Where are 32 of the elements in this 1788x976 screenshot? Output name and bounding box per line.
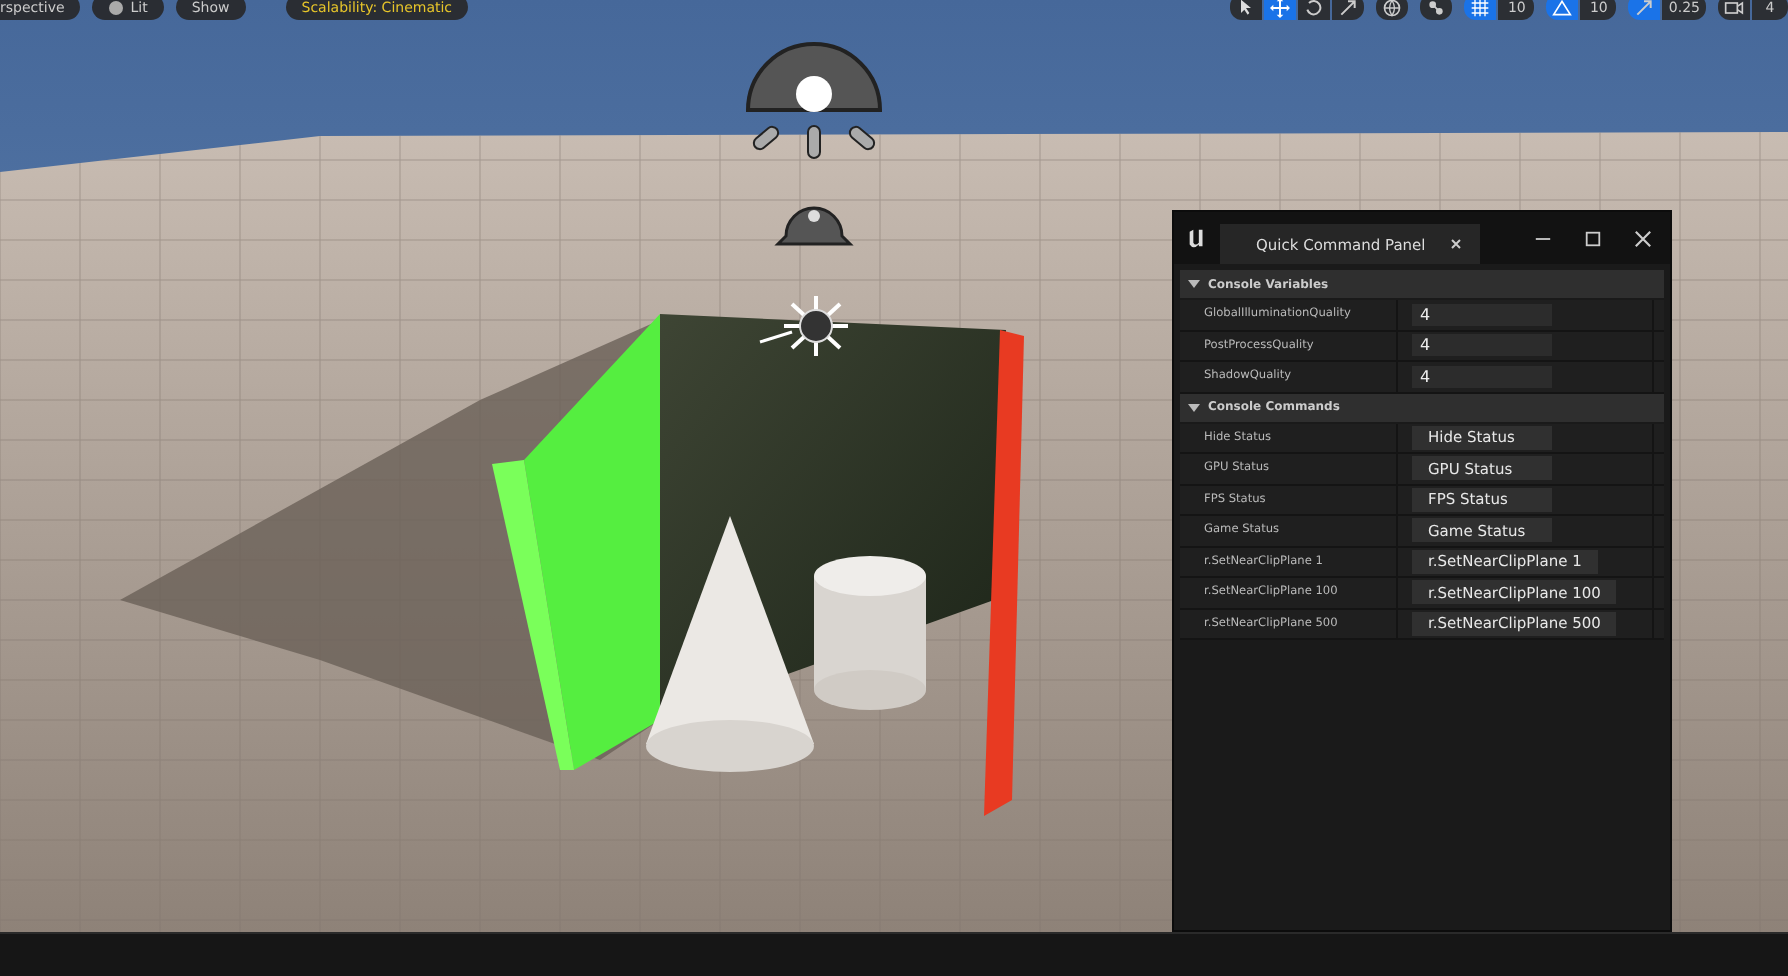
move-icon	[1270, 0, 1291, 17]
tool-button[interactable]	[1230, 0, 1263, 20]
toolbar-button[interactable]	[1420, 0, 1453, 20]
grid-icon	[1470, 0, 1491, 17]
tool-button[interactable]	[1264, 0, 1297, 20]
logo-icon	[1186, 227, 1208, 249]
tool-button[interactable]	[1332, 0, 1365, 20]
scale-icon	[1338, 0, 1359, 17]
caret-down-icon	[1188, 278, 1200, 290]
skylight-icon[interactable]	[746, 42, 882, 159]
triangle-icon	[1552, 0, 1573, 17]
value-field[interactable]: 4	[1412, 365, 1552, 388]
snap-toggle[interactable]	[1546, 0, 1579, 20]
maximize-icon[interactable]	[1584, 229, 1602, 247]
value-field[interactable]: 4	[1412, 303, 1552, 326]
toolbar-button[interactable]	[1376, 0, 1409, 20]
caret-down-icon	[1188, 401, 1200, 413]
camera-icon	[1724, 0, 1744, 17]
tool-button[interactable]	[1298, 0, 1331, 20]
close-icon[interactable]	[1449, 238, 1462, 250]
scale-icon	[1634, 0, 1655, 17]
sun-icon[interactable]	[759, 296, 848, 356]
sphere-icon	[108, 0, 125, 15]
snap-toggle[interactable]	[1464, 0, 1497, 20]
close-icon[interactable]	[1634, 229, 1652, 247]
snap-toggle[interactable]	[1718, 0, 1750, 20]
value-field[interactable]: 4	[1412, 334, 1552, 357]
atmosphere-icon[interactable]	[776, 206, 852, 246]
snap-toggle[interactable]	[1628, 0, 1661, 20]
rotate-icon	[1304, 0, 1325, 17]
nodes-icon	[1426, 0, 1447, 17]
globe-icon	[1382, 0, 1403, 17]
